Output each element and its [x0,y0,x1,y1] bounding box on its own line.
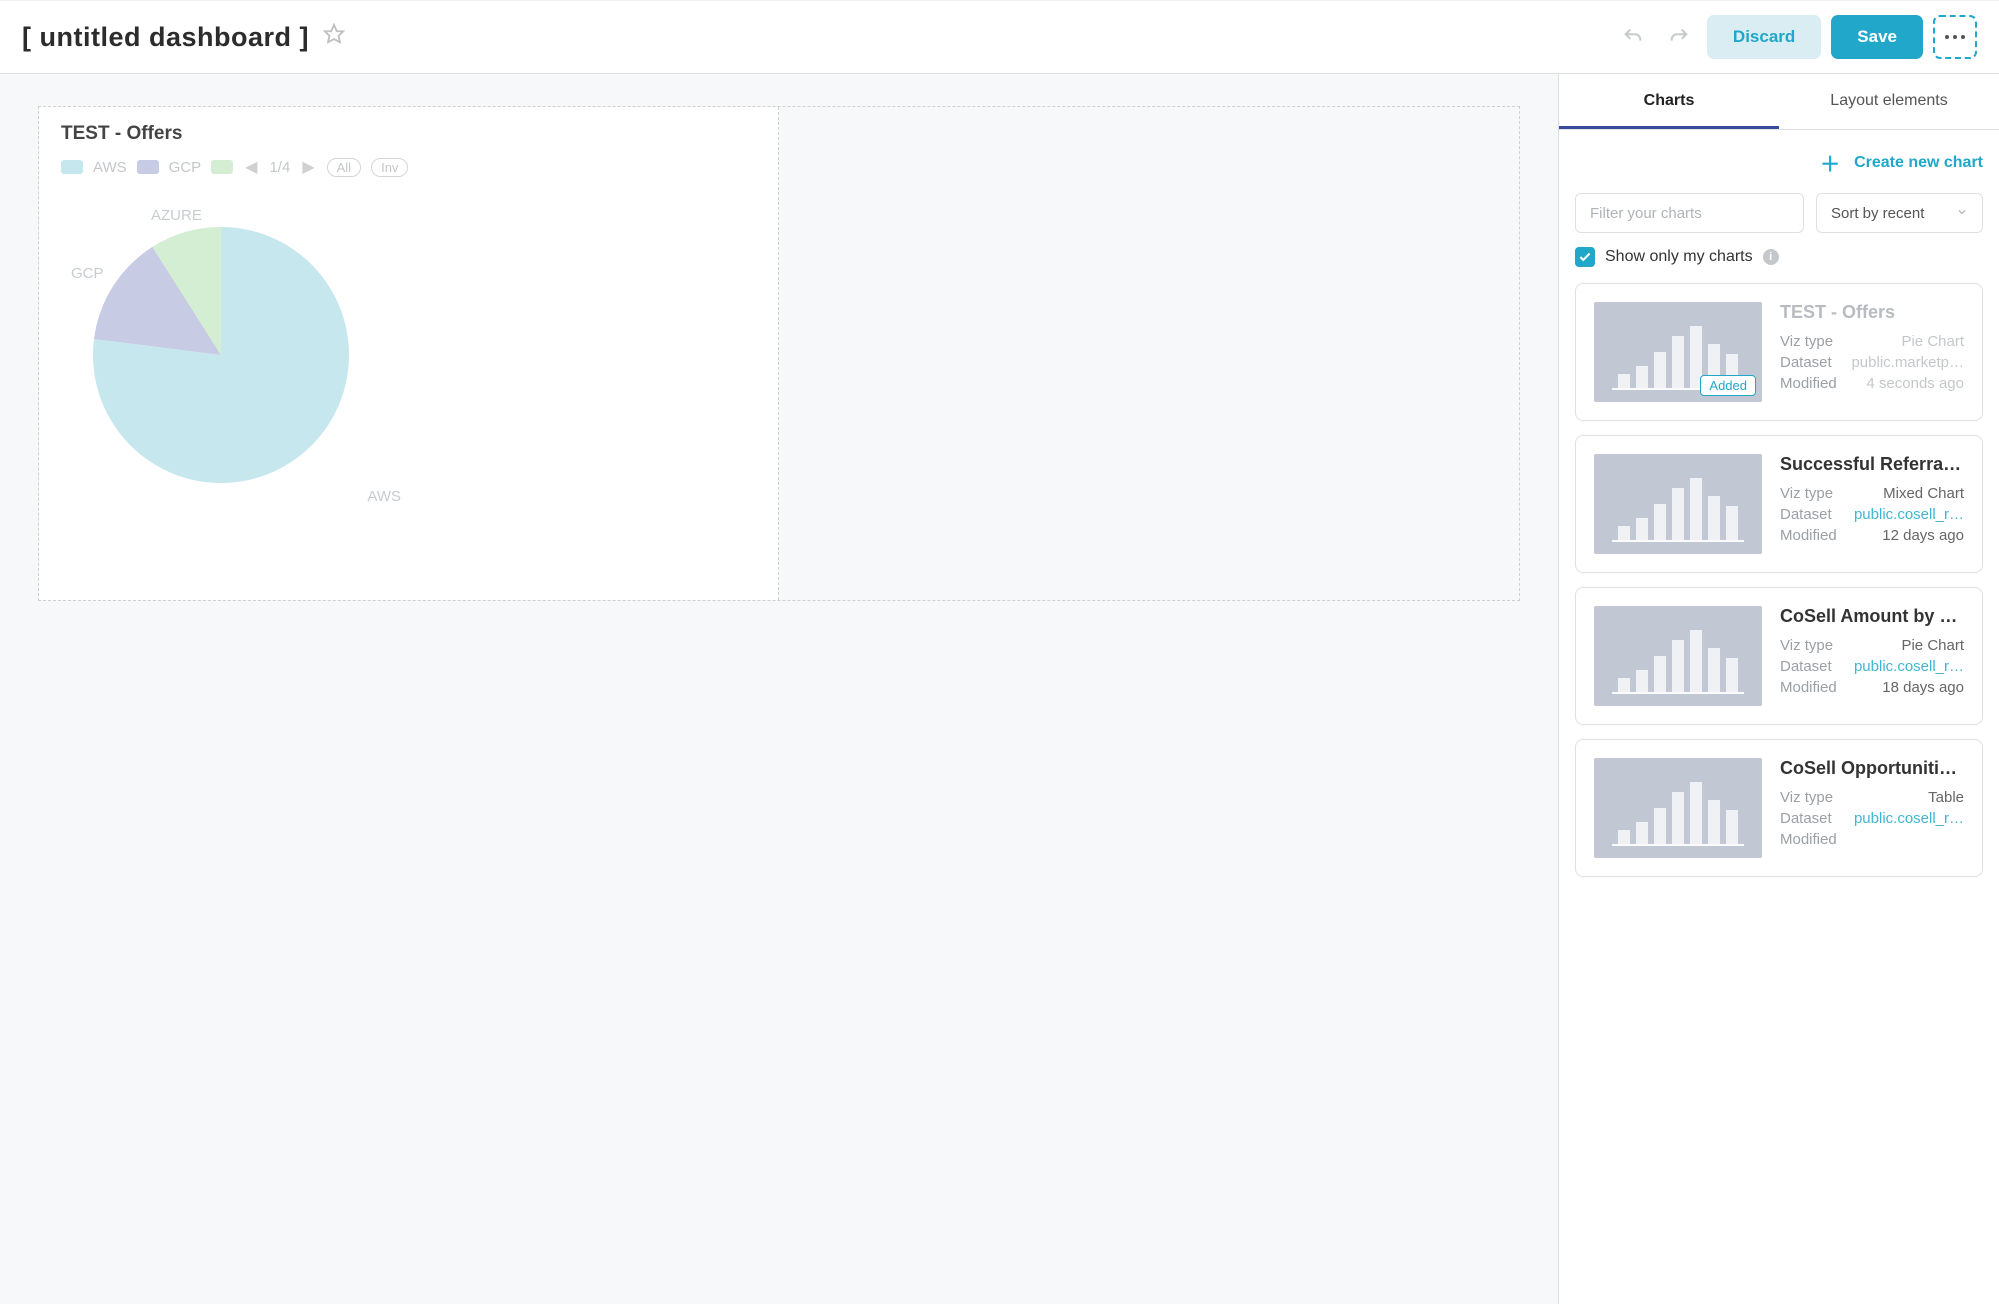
meta-val-viztype: Mixed Chart [1883,485,1964,502]
meta-key-viztype: Viz type [1780,789,1833,806]
meta-val-viztype: Pie Chart [1901,637,1964,654]
redo-icon[interactable] [1661,19,1697,55]
meta-val-dataset[interactable]: public.cosell_r… [1854,810,1964,827]
star-icon[interactable] [323,23,345,51]
meta-key-dataset: Dataset [1780,506,1832,523]
side-panel: Charts Layout elements ＋ Create new char… [1559,74,1999,1304]
chart-list-item[interactable]: Successful Referrals… Viz type Mixed Cha… [1575,435,1983,573]
meta-key-modified: Modified [1780,527,1837,544]
legend-inv-button[interactable]: Inv [371,158,408,177]
legend-swatch-gcp [137,160,159,174]
meta-key-viztype: Viz type [1780,485,1833,502]
meta-key-modified: Modified [1780,375,1837,392]
chart-legend: AWS GCP ◀ 1/4 ▶ All Inv [61,157,756,177]
chevron-down-icon [1956,205,1968,222]
plus-icon: ＋ [1820,148,1840,177]
undo-icon[interactable] [1615,19,1651,55]
legend-label: AWS [93,159,127,176]
legend-swatch-aws [61,160,83,174]
meta-key-dataset: Dataset [1780,658,1832,675]
meta-key-dataset: Dataset [1780,354,1832,371]
meta-key-dataset: Dataset [1780,810,1832,827]
chart-list: Added TEST - Offers Viz type Pie Chart D… [1575,283,1983,877]
save-button[interactable]: Save [1831,15,1923,59]
meta-val-dataset[interactable]: public.cosell_r… [1854,506,1964,523]
info-icon[interactable]: i [1763,249,1779,265]
meta-key-viztype: Viz type [1780,333,1833,350]
legend-label: GCP [169,159,202,176]
chart-list-item[interactable]: CoSell Opportunities… Viz type Table Dat… [1575,739,1983,877]
sort-select-label: Sort by recent [1831,205,1924,222]
meta-val-dataset[interactable]: public.cosell_r… [1854,658,1964,675]
chart-thumbnail [1594,758,1762,858]
added-badge: Added [1700,375,1756,396]
chart-list-item[interactable]: CoSell Amount by P… Viz type Pie Chart D… [1575,587,1983,725]
meta-val-modified: 4 seconds ago [1866,375,1964,392]
pie-label-gcp: GCP [71,265,104,282]
legend-pager: 1/4 [269,159,290,176]
chart-list-item[interactable]: Added TEST - Offers Viz type Pie Chart D… [1575,283,1983,421]
dashboard-title[interactable]: [ untitled dashboard ] [22,22,309,53]
tab-charts[interactable]: Charts [1559,74,1779,129]
meta-key-modified: Modified [1780,831,1837,848]
header: [ untitled dashboard ] Discard Save [0,0,1999,74]
more-options-button[interactable] [1933,15,1977,59]
meta-key-viztype: Viz type [1780,637,1833,654]
chart-thumbnail [1594,606,1762,706]
tab-layout-elements[interactable]: Layout elements [1779,74,1999,129]
filter-charts-input[interactable] [1575,193,1804,233]
meta-val-modified: 12 days ago [1882,527,1964,544]
chart-card[interactable]: TEST - Offers AWS GCP ◀ 1/4 ▶ All Inv AZ… [39,107,779,600]
chart-item-title: Successful Referrals… [1780,454,1964,475]
meta-key-modified: Modified [1780,679,1837,696]
create-new-chart-button[interactable]: ＋ Create new chart [1575,148,1983,177]
pie-chart: AZURE GCP AWS [91,197,351,507]
meta-val-viztype: Table [1928,789,1964,806]
pie-label-aws: AWS [367,488,401,505]
chart-title: TEST - Offers [61,123,756,145]
show-only-my-charts-label: Show only my charts [1605,248,1753,266]
show-only-my-charts-checkbox[interactable] [1575,247,1595,267]
drop-zone[interactable]: TEST - Offers AWS GCP ◀ 1/4 ▶ All Inv AZ… [38,106,1520,601]
meta-val-viztype: Pie Chart [1901,333,1964,350]
sort-select[interactable]: Sort by recent [1816,193,1983,233]
discard-button[interactable]: Discard [1707,15,1821,59]
meta-val-dataset[interactable]: public.marketp… [1851,354,1964,371]
legend-swatch-azure [211,160,233,174]
chart-item-title: CoSell Opportunities… [1780,758,1964,779]
legend-all-button[interactable]: All [327,158,361,177]
chart-item-title: TEST - Offers [1780,302,1964,323]
chevron-left-icon[interactable]: ◀ [243,157,259,177]
create-new-chart-label: Create new chart [1854,154,1983,172]
dashboard-canvas[interactable]: TEST - Offers AWS GCP ◀ 1/4 ▶ All Inv AZ… [0,74,1559,1304]
chevron-right-icon[interactable]: ▶ [300,157,316,177]
chart-item-title: CoSell Amount by P… [1780,606,1964,627]
meta-val-modified: 18 days ago [1882,679,1964,696]
pie-label-azure: AZURE [151,207,202,224]
chart-thumbnail: Added [1594,302,1762,402]
chart-thumbnail [1594,454,1762,554]
side-tabs: Charts Layout elements [1559,74,1999,130]
